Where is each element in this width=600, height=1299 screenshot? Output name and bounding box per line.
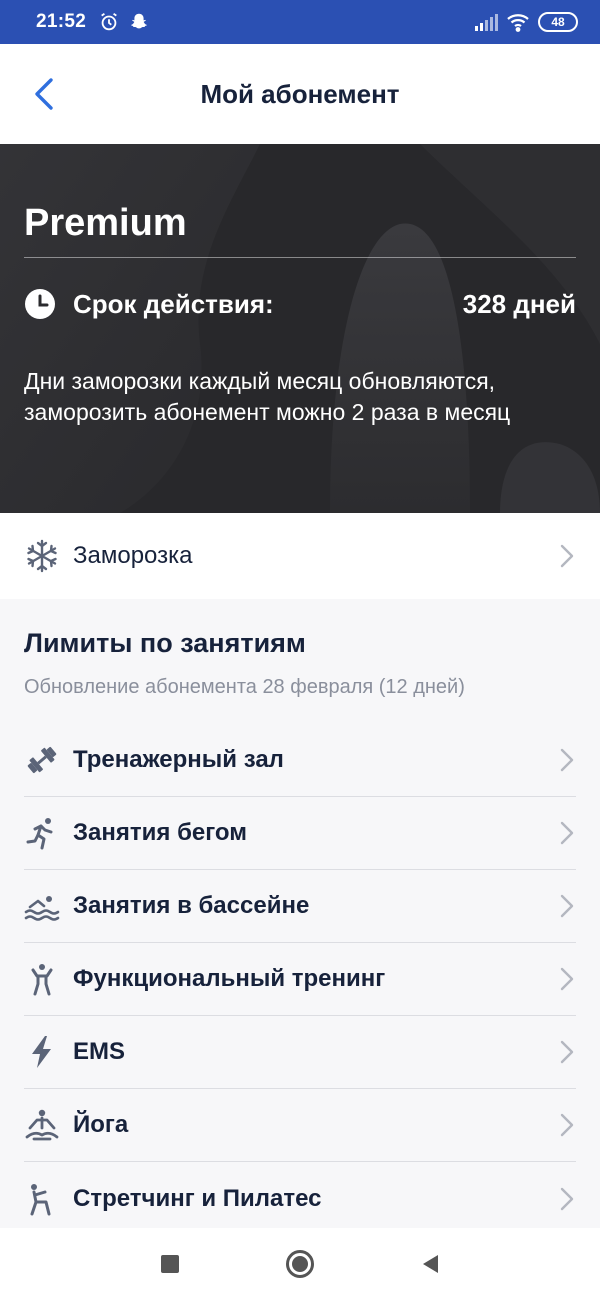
alarm-icon	[101, 12, 117, 31]
limit-label: EMS	[73, 1038, 126, 1065]
limit-label: Занятия бегом	[73, 819, 248, 846]
limit-label: Йога	[73, 1111, 129, 1138]
membership-card: Premium Срок действия: 328 дней Дни замо…	[0, 144, 600, 513]
system-navigation-bar	[0, 1228, 600, 1299]
battery-indicator: 48	[538, 12, 578, 32]
stretching-icon	[30, 1183, 51, 1215]
limit-label: Стретчинг и Пилатес	[73, 1184, 322, 1212]
limits-subtitle: Обновление абонемента 28 февраля (12 дне…	[24, 676, 465, 698]
limit-row-functional[interactable]: Функциональный тренинг	[24, 943, 576, 1016]
limit-row-stretching[interactable]: Стретчинг и Пилатес	[24, 1162, 576, 1235]
limit-label: Функциональный тренинг	[73, 965, 386, 992]
status-bar: 21:52 48	[0, 0, 600, 44]
yoga-icon	[25, 1109, 59, 1141]
validity-label: Срок действия:	[73, 288, 274, 319]
limit-label: Тренажерный зал	[73, 746, 284, 773]
validity-row: Срок действия: 328 дней	[24, 288, 576, 320]
chevron-right-icon	[560, 894, 574, 918]
plan-name: Premium	[24, 202, 187, 244]
page-title: Мой абонемент	[200, 78, 400, 109]
snowflake-icon	[27, 539, 57, 573]
card-background-shapes	[0, 144, 600, 513]
app-header: Мой абонемент	[0, 44, 600, 144]
dumbbell-icon	[27, 746, 57, 774]
clock-icon	[25, 289, 55, 319]
chevron-right-icon	[560, 748, 574, 772]
divider	[24, 257, 576, 258]
limit-row-yoga[interactable]: Йога	[24, 1089, 576, 1162]
runner-icon	[26, 818, 53, 850]
snapchat-icon	[131, 13, 147, 29]
freeze-row[interactable]: Заморозка	[0, 513, 600, 599]
validity-value: 328 дней	[462, 288, 576, 319]
recents-button[interactable]	[150, 1244, 190, 1284]
back-button[interactable]	[24, 74, 64, 114]
triangle-back-icon	[423, 1254, 438, 1273]
back-nav-button[interactable]	[410, 1244, 450, 1284]
chevron-right-icon	[560, 821, 574, 845]
limit-row-running[interactable]: Занятия бегом	[24, 797, 576, 870]
lightning-icon	[32, 1036, 51, 1068]
circle-icon	[286, 1249, 314, 1278]
freeze-note: Дни заморозки каждый месяц обновляются, …	[24, 368, 511, 425]
chevron-right-icon	[560, 1187, 574, 1210]
freeze-label: Заморозка	[73, 542, 193, 569]
chevron-right-icon	[560, 1040, 574, 1064]
chevron-right-icon	[560, 967, 574, 991]
limit-row-ems[interactable]: EMS	[24, 1016, 576, 1089]
functional-training-icon	[31, 964, 53, 996]
square-icon	[161, 1254, 179, 1273]
limit-row-gym[interactable]: Тренажерный зал	[24, 724, 576, 797]
limit-row-pool[interactable]: Занятия в бассейне	[24, 870, 576, 943]
signal-icon	[475, 14, 498, 31]
chevron-left-icon	[35, 78, 53, 110]
status-time: 21:52	[36, 11, 87, 32]
limit-label: Занятия в бассейне	[73, 892, 310, 919]
limits-title: Лимиты по занятиям	[24, 628, 306, 658]
chevron-right-icon	[560, 544, 574, 568]
chevron-right-icon	[560, 1113, 574, 1137]
swimmer-icon	[24, 896, 60, 921]
wifi-icon	[507, 14, 529, 32]
limits-list: Тренажерный зал Занятия бегом Занятия в …	[24, 724, 576, 1235]
home-button[interactable]	[280, 1244, 320, 1284]
